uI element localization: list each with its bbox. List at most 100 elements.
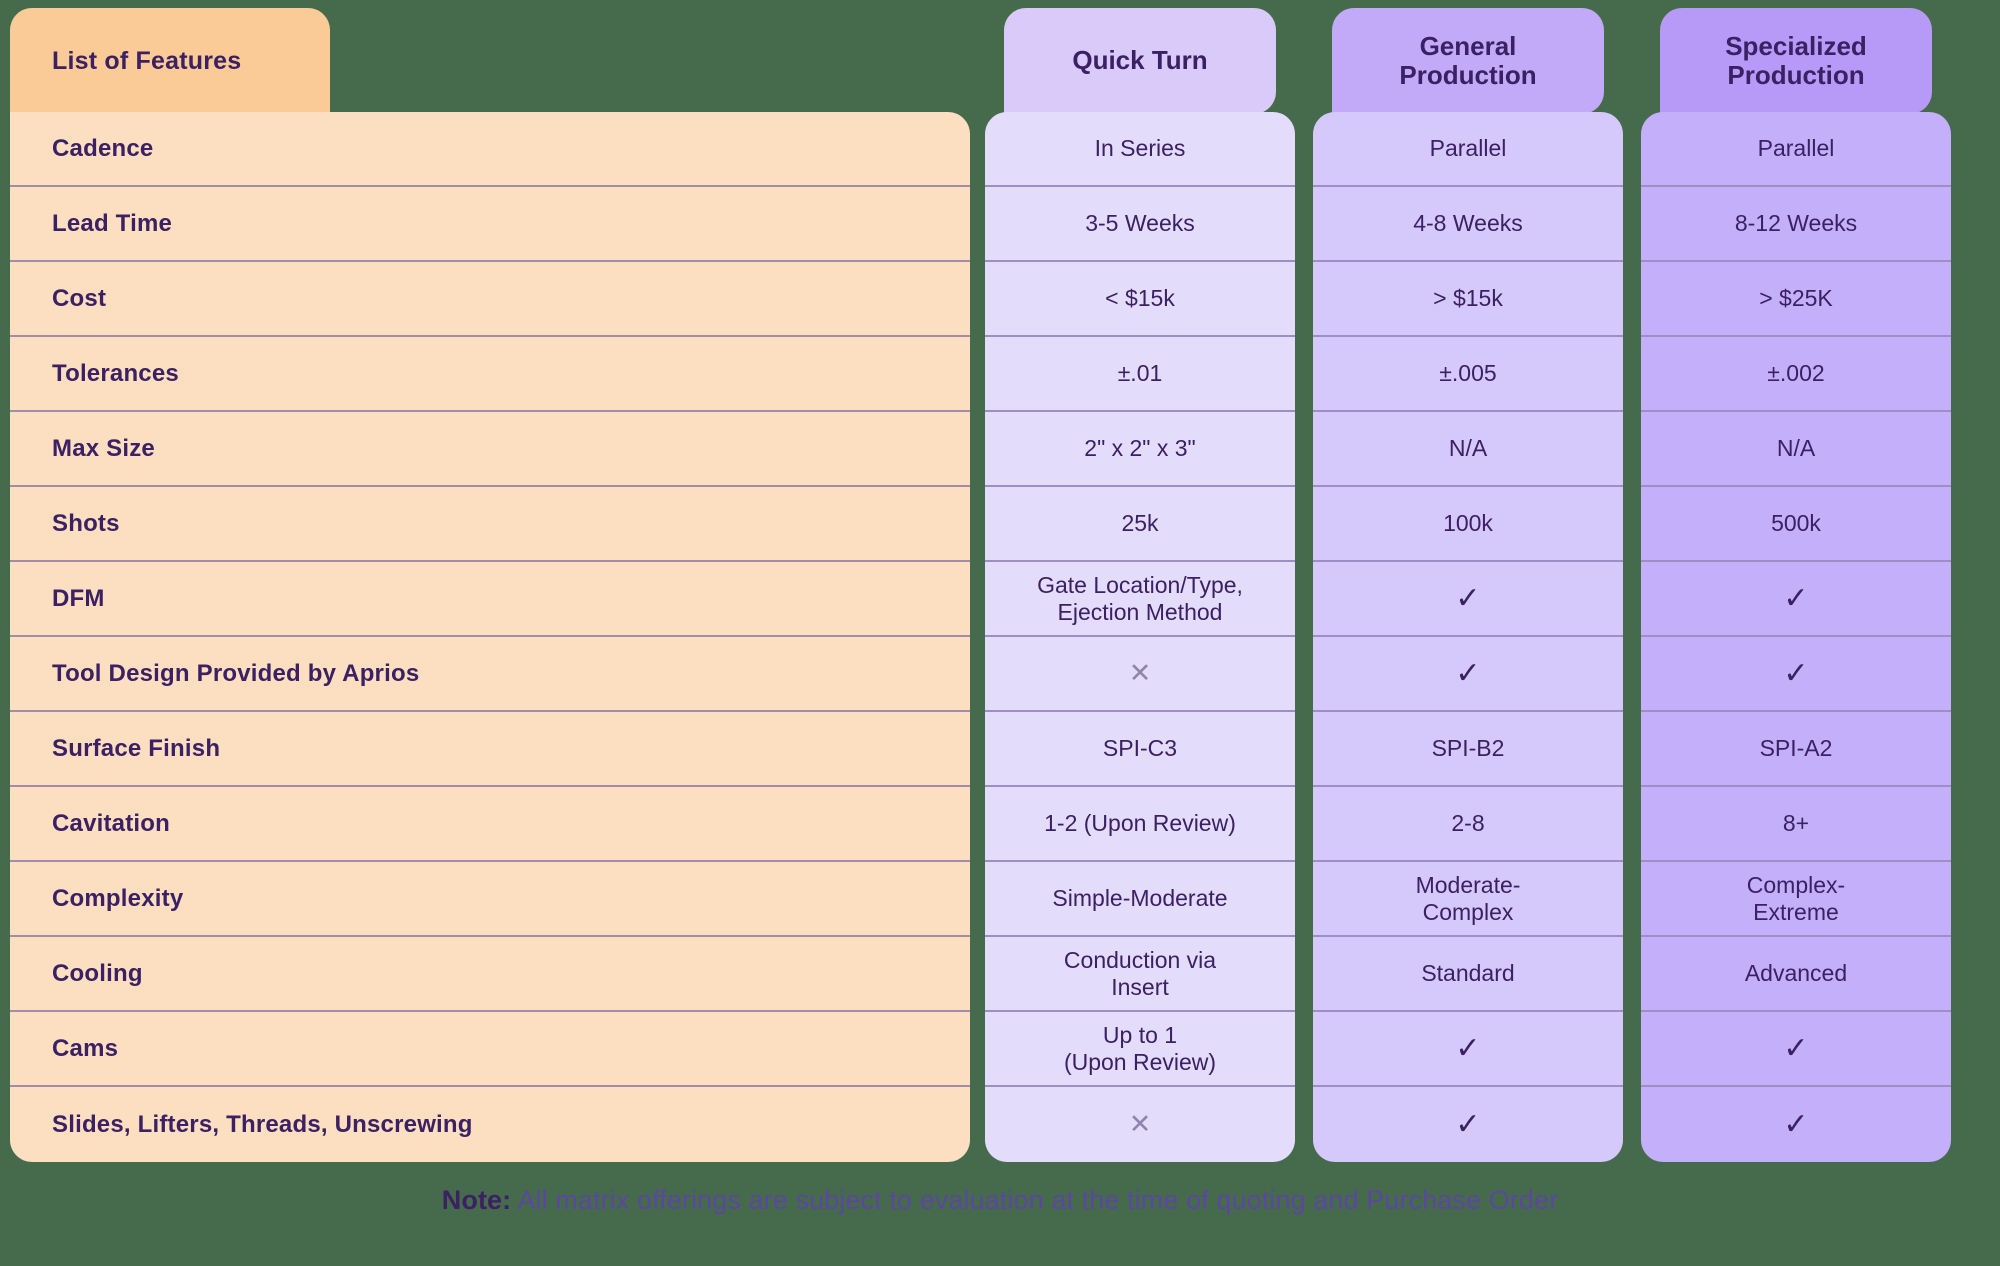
plan-value-row: ✓ <box>1641 1012 1951 1087</box>
plan-value: Simple-Moderate <box>1052 885 1228 912</box>
plan-value-row: ✓ <box>1641 637 1951 712</box>
feature-row: Complexity <box>10 862 970 937</box>
plan-value-row: Conduction via Insert <box>985 937 1295 1012</box>
feature-label: DFM <box>52 584 105 612</box>
plan-value-row: ✓ <box>1313 562 1623 637</box>
plan-value: ±.01 <box>1117 360 1163 387</box>
plan-value-row: ±.01 <box>985 337 1295 412</box>
plan-value-row: 3-5 Weeks <box>985 187 1295 262</box>
footer-note-text: All matrix offerings are subject to eval… <box>511 1185 1559 1215</box>
feature-label: Lead Time <box>52 209 173 237</box>
plan-header-tab-specialized-production: Specialized Production <box>1660 8 1932 114</box>
plan-value-row: Standard <box>1313 937 1623 1012</box>
plan-value: Parallel <box>1757 135 1835 162</box>
plan-value: 2-8 <box>1451 810 1485 837</box>
feature-row: Tool Design Provided by Aprios <box>10 637 970 712</box>
check-icon: ✓ <box>1783 1031 1809 1065</box>
plan-value: In Series <box>1094 135 1186 162</box>
comparison-matrix: List of Features Cadence Lead Time Cost Tol… <box>0 0 2000 1266</box>
feature-label: Cooling <box>52 959 143 987</box>
feature-row: Cams <box>10 1012 970 1087</box>
plan-value-row: ✓ <box>1313 1012 1623 1087</box>
plan-header-tab-general-production: General Production <box>1332 8 1604 114</box>
plan-value-row: < $15k <box>985 262 1295 337</box>
plan-value: 2" x 2" x 3" <box>1084 435 1196 462</box>
plan-value: > $25K <box>1759 285 1833 312</box>
feature-row: Cadence <box>10 112 970 187</box>
plan-value: Conduction via Insert <box>1063 946 1217 1000</box>
plan-value: 8+ <box>1782 810 1810 837</box>
plan-value: 500k <box>1771 510 1821 537</box>
plan-value-row: 25k <box>985 487 1295 562</box>
plan-column-quick-turn: Quick Turn In Series 3-5 Weeks < $15k ±.01 2… <box>985 8 1295 1162</box>
check-icon: ✓ <box>1783 656 1809 690</box>
plan-value-row: ✓ <box>1641 1087 1951 1162</box>
plan-value-row: SPI-B2 <box>1313 712 1623 787</box>
plan-value-row: ✓ <box>1313 637 1623 712</box>
plan-value-row: N/A <box>1641 412 1951 487</box>
plan-value: 8-12 Weeks <box>1734 210 1858 237</box>
footer-note-label: Note: <box>441 1185 512 1215</box>
plan-value-row: Complex- Extreme <box>1641 862 1951 937</box>
feature-row: Lead Time <box>10 187 970 262</box>
feature-column-header-tab: List of Features <box>10 8 330 114</box>
plan-value: Up to 1 (Upon Review) <box>1063 1021 1217 1075</box>
plan-value-row: SPI-A2 <box>1641 712 1951 787</box>
plan-value-row: Gate Location/Type, Ejection Method <box>985 562 1295 637</box>
plan-value: ±.002 <box>1767 360 1825 387</box>
feature-row: Tolerances <box>10 337 970 412</box>
plan-value-row: ✓ <box>1313 1087 1623 1162</box>
feature-row-list: Cadence Lead Time Cost Tolerances Max Size Sh… <box>10 112 970 1162</box>
plan-value: ±.005 <box>1439 360 1497 387</box>
plan-value-row: ±.002 <box>1641 337 1951 412</box>
footer-note: Note: All matrix offerings are subject t… <box>0 1185 2000 1216</box>
plan-value: 100k <box>1443 510 1493 537</box>
plan-value: Advanced <box>1744 960 1848 987</box>
check-icon: ✓ <box>1783 581 1809 615</box>
feature-row: Cooling <box>10 937 970 1012</box>
plan-value: Moderate- Complex <box>1415 871 1521 925</box>
feature-row: Slides, Lifters, Threads, Unscrewing <box>10 1087 970 1162</box>
feature-label: Slides, Lifters, Threads, Unscrewing <box>52 1110 473 1138</box>
feature-label: Surface Finish <box>52 734 221 762</box>
plan-value-row: 8+ <box>1641 787 1951 862</box>
plan-value: Complex- Extreme <box>1746 871 1846 925</box>
plan-value-list-quick-turn: In Series 3-5 Weeks < $15k ±.01 2" x 2" x 3"… <box>985 112 1295 1162</box>
plan-value-row: Advanced <box>1641 937 1951 1012</box>
plan-value-list-general-production: Parallel 4-8 Weeks > $15k ±.005 N/A 100k ✓ ✓ SPI… <box>1313 112 1623 1162</box>
plan-value-row: > $25K <box>1641 262 1951 337</box>
plan-value: N/A <box>1776 435 1816 462</box>
feature-column-header-label: List of Features <box>52 46 242 75</box>
plan-value-row: Parallel <box>1641 112 1951 187</box>
plan-value-row: Simple-Moderate <box>985 862 1295 937</box>
plan-value: SPI-B2 <box>1431 735 1505 762</box>
cross-icon: ✕ <box>1128 1109 1152 1139</box>
feature-label: Shots <box>52 509 120 537</box>
feature-row: Shots <box>10 487 970 562</box>
plan-value-row: ±.005 <box>1313 337 1623 412</box>
feature-label: Complexity <box>52 884 184 912</box>
plan-value-row: Up to 1 (Upon Review) <box>985 1012 1295 1087</box>
plan-value: Standard <box>1421 960 1515 987</box>
feature-label: Cavitation <box>52 809 171 837</box>
feature-label: Cost <box>52 284 107 312</box>
plan-column-specialized-production: Specialized Production Parallel 8-12 Week… <box>1641 8 1951 1162</box>
plan-value: 3-5 Weeks <box>1085 210 1195 237</box>
plan-value-row: SPI-C3 <box>985 712 1295 787</box>
plan-value-row: 4-8 Weeks <box>1313 187 1623 262</box>
plan-value: > $15k <box>1433 285 1503 312</box>
plan-value: Parallel <box>1429 135 1507 162</box>
feature-label: Cams <box>52 1034 119 1062</box>
plan-value-row: 2" x 2" x 3" <box>985 412 1295 487</box>
plan-value-row: Moderate- Complex <box>1313 862 1623 937</box>
feature-row: Cost <box>10 262 970 337</box>
plan-value-row: ✕ <box>985 637 1295 712</box>
plan-value: < $15k <box>1105 285 1175 312</box>
plan-column-general-production: General Production Parallel 4-8 Weeks > $1… <box>1313 8 1623 1162</box>
plan-value-row: 2-8 <box>1313 787 1623 862</box>
plan-value-row: In Series <box>985 112 1295 187</box>
feature-label: Max Size <box>52 434 155 462</box>
plan-value-row: 8-12 Weeks <box>1641 187 1951 262</box>
feature-label: Cadence <box>52 134 154 162</box>
plan-value-row: 100k <box>1313 487 1623 562</box>
